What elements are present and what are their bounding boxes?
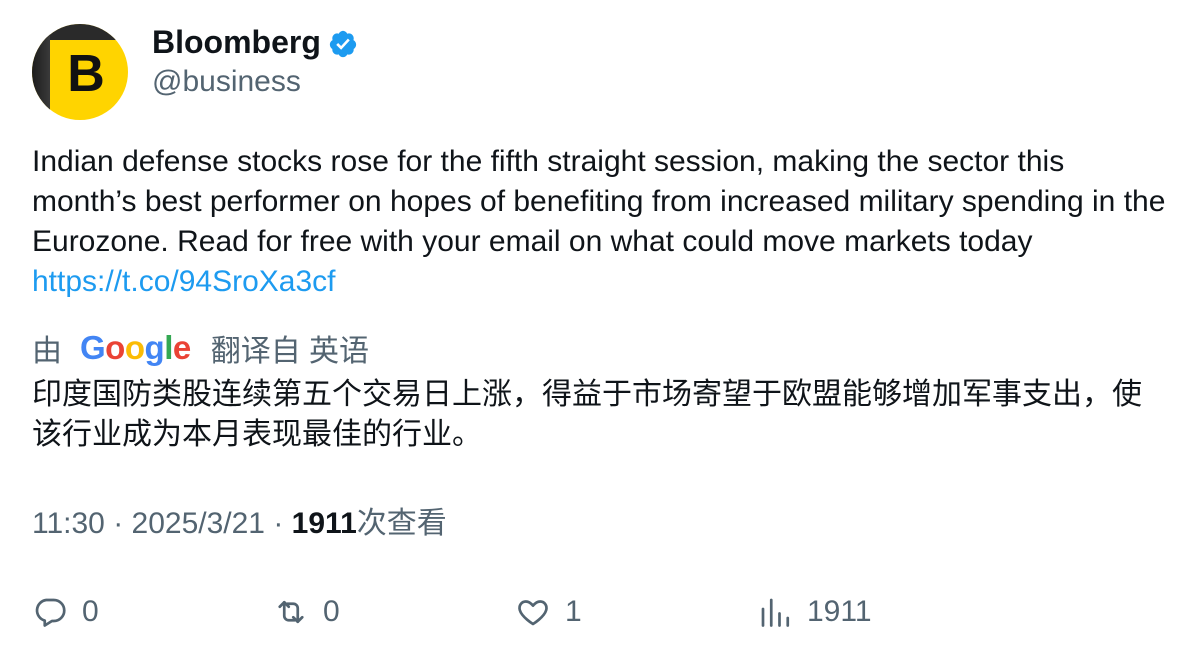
views-count: 1911 — [291, 507, 357, 540]
views-label: 次查看 — [356, 507, 447, 540]
google-logo: Google — [80, 329, 191, 366]
tweet-date[interactable]: 2025/3/21 — [132, 507, 265, 540]
heart-icon — [518, 600, 548, 626]
views-button[interactable]: 1911 — [757, 590, 872, 634]
display-name[interactable]: Bloomberg — [152, 22, 321, 62]
meta-separator: · — [104, 507, 132, 540]
meta-separator: · — [265, 507, 292, 540]
avatar[interactable]: B — [32, 24, 128, 120]
tweet-link[interactable]: https://t.co/94SroXa3cf — [32, 265, 336, 298]
tweet-text: Indian defense stocks rose for the fifth… — [32, 142, 1172, 302]
verified-badge-icon — [329, 30, 357, 58]
like-button[interactable]: 1 — [515, 590, 582, 634]
translated-text: 印度国防类股连续第五个交易日上涨，得益于市场寄望于欧盟能够增加军事支出，使该行业… — [32, 378, 1142, 451]
tweet-card: B Bloomberg @business Indian defense sto… — [0, 0, 1196, 658]
tweet-meta: 11:30 · 2025/3/21 · 1911次查看 — [32, 504, 447, 544]
translation-by-label: 由 — [32, 335, 62, 368]
translation-attribution: 由 Google 翻译自 英语 — [32, 328, 369, 368]
handle[interactable]: @business — [152, 62, 301, 102]
analytics-icon — [761, 598, 790, 627]
action-bar: 0 0 1 1911 — [0, 590, 1196, 634]
retweet-icon — [278, 600, 304, 624]
like-count: 1 — [565, 595, 582, 628]
tweet-body: Indian defense stocks rose for the fifth… — [32, 145, 1166, 258]
reply-icon — [35, 598, 66, 627]
translation-from-label: 翻译自 英语 — [210, 335, 370, 368]
reply-count: 0 — [82, 595, 99, 628]
retweet-count: 0 — [323, 595, 340, 628]
tweet-time[interactable]: 11:30 — [32, 507, 105, 540]
retweet-button[interactable]: 0 — [273, 590, 340, 634]
avatar-letter: B — [67, 45, 105, 103]
avatar-shade — [32, 24, 50, 120]
views-action-count: 1911 — [807, 595, 872, 628]
reply-button[interactable]: 0 — [32, 590, 99, 634]
